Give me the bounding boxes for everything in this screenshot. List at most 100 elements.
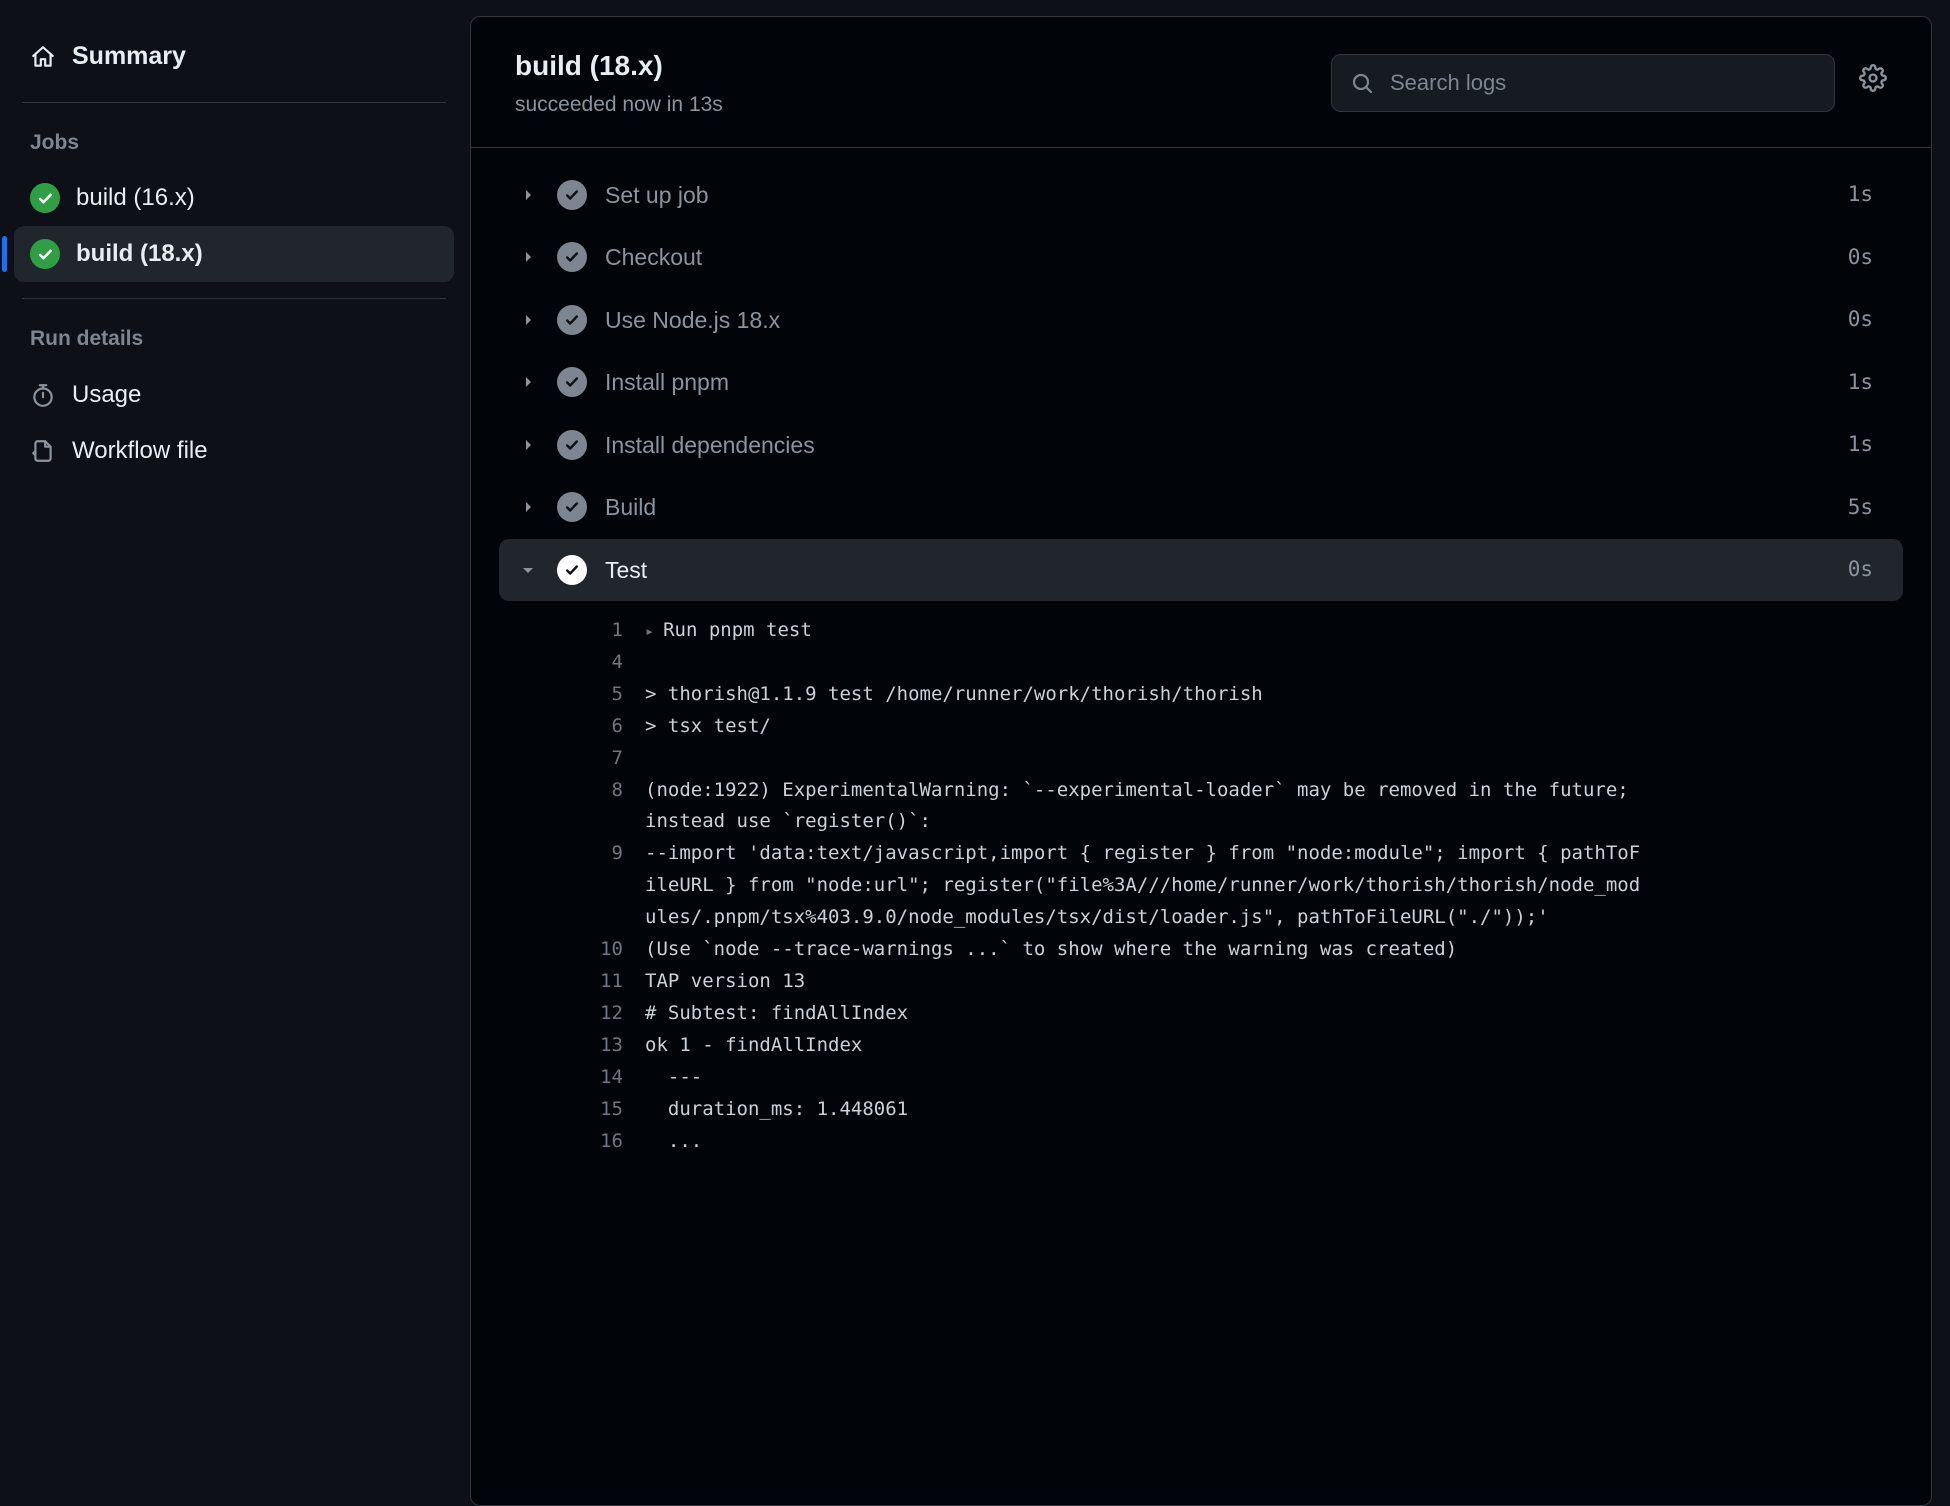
log-line: 11TAP version 13 [563,966,1651,998]
log-line: 7 [563,743,1651,775]
log-line: 8(node:1922) ExperimentalWarning: `--exp… [563,775,1651,839]
search-input[interactable] [1388,69,1816,97]
log-output: 1Run pnpm test45> thorish@1.1.9 test /ho… [471,601,1931,1187]
sidebar-job-label: build (18.x) [76,236,203,272]
step-duration: 1s [1848,179,1873,211]
log-line[interactable]: 1Run pnpm test [563,615,1651,647]
log-line-text: > tsx test/ [633,711,1651,743]
step-name: Install pnpm [605,365,1830,400]
chevron-down-icon [517,559,539,581]
log-line-number: 1 [563,615,633,647]
log-line-number: 6 [563,711,633,743]
check-circle-icon [557,305,587,335]
log-line-number: 15 [563,1094,633,1126]
log-line-number: 10 [563,934,633,966]
log-line-text: (Use `node --trace-warnings ...` to show… [633,934,1651,966]
log-line-text: --import 'data:text/javascript,import { … [633,838,1651,934]
step-duration: 0s [1848,242,1873,274]
check-circle-icon [557,555,587,585]
step-name: Set up job [605,178,1830,213]
step-duration: 1s [1848,367,1873,399]
sidebar-workflow-file[interactable]: Workflow file [14,423,454,479]
log-line-text: ok 1 - findAllIndex [633,1030,1651,1062]
log-line-text: --- [633,1062,1651,1094]
log-line-number: 16 [563,1126,633,1158]
step-name: Install dependencies [605,428,1830,463]
sidebar-item-label: Workflow file [72,433,208,469]
check-circle-icon [557,242,587,272]
log-line-number: 4 [563,647,633,679]
title-block: build (18.x) succeeded now in 13s [515,45,723,121]
log-line: 6> tsx test/ [563,711,1651,743]
step-row[interactable]: Use Node.js 18.x 0s [499,289,1903,352]
step-name: Test [605,553,1830,588]
step-row[interactable]: Install pnpm 1s [499,351,1903,414]
log-line-text: ... [633,1126,1651,1158]
log-line-text: TAP version 13 [633,966,1651,998]
sidebar: Summary Jobs build (16.x) build (18.x) R… [0,0,470,1506]
check-circle-icon [557,180,587,210]
sidebar-job-label: build (16.x) [76,180,195,216]
step-row[interactable]: Set up job 1s [499,164,1903,227]
log-line-number: 7 [563,743,633,775]
log-line: 4 [563,647,1651,679]
step-name: Use Node.js 18.x [605,303,1830,338]
chevron-right-icon [517,434,539,456]
step-name: Checkout [605,240,1830,275]
settings-button[interactable] [1855,65,1891,101]
divider [22,298,446,299]
page-title: build (18.x) [515,45,723,87]
log-line-number: 9 [563,838,633,870]
search-icon [1350,71,1374,95]
log-line-text: Run pnpm test [633,615,1651,647]
sidebar-usage[interactable]: Usage [14,367,454,423]
log-line: 16 ... [563,1126,1651,1158]
chevron-right-icon [517,496,539,518]
log-line-number: 5 [563,679,633,711]
log-line: 5> thorish@1.1.9 test /home/runner/work/… [563,679,1651,711]
log-line-text: (node:1922) ExperimentalWarning: `--expe… [633,775,1651,839]
step-row[interactable]: Test 0s [499,539,1903,602]
chevron-right-icon [517,246,539,268]
sidebar-job-build-18x[interactable]: build (18.x) [14,226,454,282]
log-line: 15 duration_ms: 1.448061 [563,1094,1651,1126]
log-line-text: > thorish@1.1.9 test /home/runner/work/t… [633,679,1651,711]
check-circle-icon [557,367,587,397]
log-line-number: 8 [563,775,633,807]
sidebar-job-build-16x[interactable]: build (16.x) [14,170,454,226]
log-line-number: 11 [563,966,633,998]
step-row[interactable]: Install dependencies 1s [499,414,1903,477]
log-line-number: 13 [563,1030,633,1062]
log-line-text: duration_ms: 1.448061 [633,1094,1651,1126]
log-line: 14 --- [563,1062,1651,1094]
sidebar-jobs-heading: Jobs [14,119,454,171]
chevron-right-icon [517,184,539,206]
search-box[interactable] [1331,54,1835,112]
step-duration: 0s [1848,304,1873,336]
chevron-right-icon [517,371,539,393]
log-line: 9--import 'data:text/javascript,import {… [563,838,1651,934]
step-duration: 1s [1848,429,1873,461]
sidebar-summary-label: Summary [72,38,186,76]
check-circle-icon [557,492,587,522]
steps-list: Set up job 1s Checkout 0s Use Node.js 18.x 0s… [471,148,1931,602]
step-duration: 5s [1848,492,1873,524]
step-row[interactable]: Build 5s [499,476,1903,539]
chevron-right-icon [517,309,539,331]
sidebar-summary[interactable]: Summary [14,28,454,86]
log-line-number: 12 [563,998,633,1030]
gear-icon [1859,64,1887,101]
step-name: Build [605,490,1830,525]
home-icon [30,44,56,70]
check-circle-icon [557,430,587,460]
step-row[interactable]: Checkout 0s [499,226,1903,289]
sidebar-item-label: Usage [72,377,141,413]
log-line-number: 14 [563,1062,633,1094]
sidebar-run-details-heading: Run details [14,315,454,367]
log-line: 12# Subtest: findAllIndex [563,998,1651,1030]
log-line-text: # Subtest: findAllIndex [633,998,1651,1030]
check-circle-icon [30,239,60,269]
main-panel: build (18.x) succeeded now in 13s Set up… [470,16,1932,1506]
step-duration: 0s [1848,554,1873,586]
page-subtitle: succeeded now in 13s [515,89,723,121]
